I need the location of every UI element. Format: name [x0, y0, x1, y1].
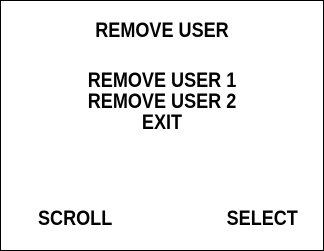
scroll-softkey[interactable]: SCROLL	[38, 207, 112, 231]
menu-item-exit[interactable]: EXIT	[24, 112, 301, 133]
device-screen: REMOVE USER REMOVE USER 1 REMOVE USER 2 …	[0, 0, 324, 251]
screen-title: REMOVE USER	[95, 19, 229, 42]
menu-list: REMOVE USER 1 REMOVE USER 2 EXIT	[1, 70, 323, 133]
select-softkey[interactable]: SELECT	[227, 207, 298, 231]
menu-item-remove-user-1[interactable]: REMOVE USER 1	[24, 70, 301, 91]
menu-item-remove-user-2[interactable]: REMOVE USER 2	[24, 91, 301, 112]
